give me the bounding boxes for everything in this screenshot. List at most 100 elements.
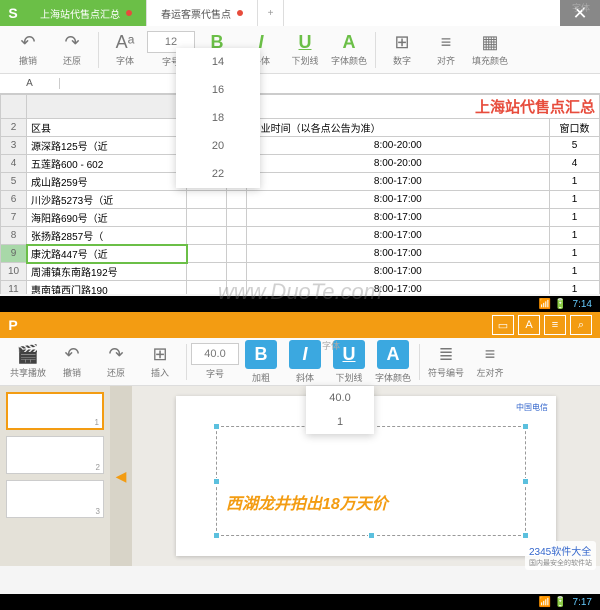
slide-canvas[interactable]: 40.0 1 中国电信 西湖龙井拍出18万天价	[132, 386, 600, 566]
share-button[interactable]: 🎬共享播放	[6, 340, 50, 384]
header-cell[interactable]: 窗口数	[550, 119, 600, 137]
font-size-button[interactable]: 40.0字号	[191, 340, 239, 384]
title-cell[interactable]: 上海站代售点汇总	[227, 95, 600, 119]
menu-icon[interactable]: ≡	[544, 315, 566, 335]
row-header[interactable]: 11	[1, 281, 27, 295]
cell[interactable]: 8:00-20:00	[246, 137, 549, 155]
tab-1[interactable]: 上海站代售点汇总	[26, 0, 147, 26]
cell[interactable]: 源深路125号（近	[27, 137, 187, 155]
cell[interactable]: 8:00-20:00	[246, 155, 549, 173]
cell[interactable]: 8:00-17:00	[246, 263, 549, 281]
app-icon-sheets[interactable]: S	[0, 0, 26, 26]
tab-2[interactable]: 春运客票代售点	[147, 0, 258, 26]
dropdown-option[interactable]: 18	[176, 104, 260, 132]
resize-handle[interactable]	[213, 478, 220, 485]
cell[interactable]: 1	[550, 173, 600, 191]
row-header[interactable]: 10	[1, 263, 27, 281]
cell[interactable]: 8:00-17:00	[246, 173, 549, 191]
cell[interactable]: 8:00-17:00	[246, 227, 549, 245]
cell[interactable]: 周浦镇东南路192号	[27, 263, 187, 281]
cell[interactable]: 8:00-17:00	[246, 209, 549, 227]
selected-textbox[interactable]	[216, 426, 526, 536]
header-cell[interactable]: 区县	[27, 119, 187, 137]
dropdown-option[interactable]: 40.0	[306, 386, 374, 410]
tab-add-button[interactable]: +	[258, 0, 284, 26]
col-header[interactable]	[27, 95, 187, 119]
font-button[interactable]: Aᵃ字体	[103, 28, 147, 72]
row-header[interactable]: 5	[1, 173, 27, 191]
resize-handle[interactable]	[522, 532, 529, 539]
slide-title-text[interactable]: 西湖龙井拍出18万天价	[226, 490, 388, 514]
font-size-dropdown[interactable]: 40.0 1	[306, 386, 374, 434]
resize-handle[interactable]	[522, 478, 529, 485]
cell[interactable]: 1	[550, 245, 600, 263]
text-icon[interactable]: A	[518, 315, 540, 335]
font-color-button[interactable]: A字体颜色	[327, 28, 371, 72]
row-header[interactable]: 2	[1, 119, 27, 137]
cell[interactable]: 1	[550, 191, 600, 209]
row-header[interactable]: 9	[1, 245, 27, 263]
cell[interactable]: 成山路259号	[27, 173, 187, 191]
row-header[interactable]: 4	[1, 155, 27, 173]
cell[interactable]: 1	[550, 209, 600, 227]
android-status-bar: 📶 🔋 7:14	[0, 296, 600, 312]
row-header[interactable]: 6	[1, 191, 27, 209]
cell-ref[interactable]: A	[0, 78, 60, 89]
resize-handle[interactable]	[368, 532, 375, 539]
insert-icon: ⊞	[152, 344, 167, 364]
row-header[interactable]: 3	[1, 137, 27, 155]
cell[interactable]: 张扬路2857号（	[27, 227, 187, 245]
dropdown-option[interactable]: 14	[176, 48, 260, 76]
corner-cell[interactable]	[1, 95, 27, 119]
bullets-button[interactable]: ≣符号编号	[424, 340, 468, 384]
cell[interactable]: 5	[550, 137, 600, 155]
font-size-input[interactable]: 40.0	[191, 343, 239, 365]
tab-bar: S 上海站代售点汇总 春运客票代售点 + ✕	[0, 0, 600, 26]
spreadsheet[interactable]: 上海站代售点汇总 2区县 营业时间（以各点公告为准）窗口数 3源深路125号（近 8…	[0, 94, 600, 294]
header-cell[interactable]: 营业时间（以各点公告为准）	[246, 119, 549, 137]
align-button[interactable]: ≡左对齐	[468, 340, 512, 384]
selected-cell[interactable]: 康沈路447号（近	[27, 245, 187, 263]
thumbnail[interactable]: 3	[6, 480, 104, 518]
dropdown-option[interactable]: 16	[176, 76, 260, 104]
italic-button[interactable]: I斜体	[283, 340, 327, 384]
bold-button[interactable]: B加粗	[239, 340, 283, 384]
font-size-dropdown[interactable]: 14 16 18 20 22	[176, 48, 260, 188]
cell[interactable]: 8:00-17:00	[246, 281, 549, 295]
cell[interactable]: 1	[550, 263, 600, 281]
cell[interactable]: 4	[550, 155, 600, 173]
cell[interactable]: 五莲路600 - 602	[27, 155, 187, 173]
redo-button[interactable]: ↷还原	[94, 340, 138, 384]
thumbnail[interactable]: 1	[6, 392, 104, 430]
resize-handle[interactable]	[522, 423, 529, 430]
dropdown-option[interactable]: 1	[306, 410, 374, 434]
dropdown-option[interactable]: 22	[176, 160, 260, 188]
app-icon-slides[interactable]: P	[0, 312, 26, 338]
cell[interactable]: 8:00-17:00	[246, 191, 549, 209]
layout-icon[interactable]: ▭	[492, 315, 514, 335]
search-icon[interactable]: ⌕	[570, 315, 592, 335]
cell[interactable]: 川沙路5273号（近	[27, 191, 187, 209]
insert-button[interactable]: ⊞插入	[138, 340, 182, 384]
cell[interactable]: 海阳路690号（近	[27, 209, 187, 227]
row-header[interactable]: 8	[1, 227, 27, 245]
row-header[interactable]: 7	[1, 209, 27, 227]
cell[interactable]: 8:00-17:00	[246, 245, 549, 263]
align-button[interactable]: ≡对齐	[424, 28, 468, 72]
cell[interactable]: 1	[550, 227, 600, 245]
thumbnail[interactable]: 2	[6, 436, 104, 474]
underline-button[interactable]: U下划线	[283, 28, 327, 72]
resize-handle[interactable]	[213, 423, 220, 430]
dropdown-option[interactable]: 20	[176, 132, 260, 160]
fill-button[interactable]: ▦填充颜色	[468, 28, 512, 72]
undo-button[interactable]: ↶撤销	[50, 340, 94, 384]
collapse-thumbs-button[interactable]: ◀	[110, 386, 132, 566]
resize-handle[interactable]	[213, 532, 220, 539]
number-button[interactable]: ⊞数字	[380, 28, 424, 72]
redo-button[interactable]: ↷还原	[50, 28, 94, 72]
excel-app: S 上海站代售点汇总 春运客票代售点 + ✕ 字体 ↶撤销 ↷还原 Aᵃ字体 1…	[0, 0, 600, 296]
undo-button[interactable]: ↶撤销	[6, 28, 50, 72]
font-color-button[interactable]: A字体颜色	[371, 340, 415, 384]
cell[interactable]: 1	[550, 281, 600, 295]
cell[interactable]: 惠南镇西门路190	[27, 281, 187, 295]
